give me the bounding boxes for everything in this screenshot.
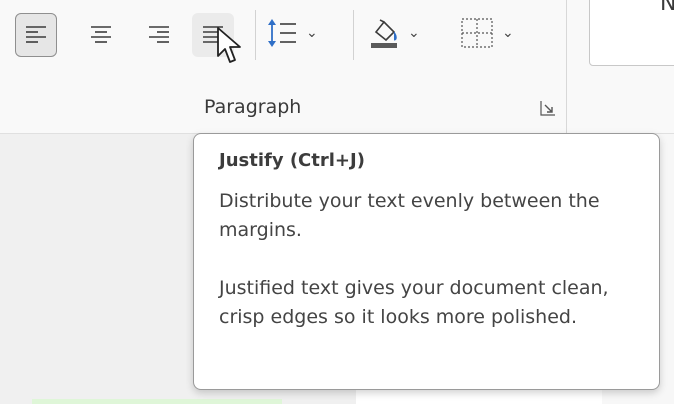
separator xyxy=(255,10,256,60)
chevron-down-icon: ⌄ xyxy=(306,25,318,41)
separator xyxy=(353,10,354,60)
line-spacing-icon xyxy=(266,16,298,50)
mouse-cursor-icon xyxy=(216,26,242,66)
align-right-button[interactable] xyxy=(138,13,180,57)
paragraph-group-label: Paragraph xyxy=(204,96,302,118)
align-right-icon xyxy=(147,25,171,45)
tooltip-detail: Justified text gives your document clean… xyxy=(219,277,609,328)
chevron-down-icon: ⌄ xyxy=(408,25,420,41)
style-preview[interactable]: N xyxy=(589,0,674,66)
shading-dropdown[interactable]: ⌄ xyxy=(368,13,420,53)
style-preview-text: N xyxy=(660,0,674,16)
align-left-button[interactable] xyxy=(15,13,57,57)
tooltip-description: Distribute your text evenly between the … xyxy=(219,190,600,241)
borders-dropdown[interactable]: ⌄ xyxy=(460,13,514,53)
dialog-launcher-icon[interactable] xyxy=(540,100,556,116)
status-strip xyxy=(32,399,282,404)
align-center-icon xyxy=(89,25,113,45)
paint-bucket-icon xyxy=(368,16,400,50)
line-spacing-dropdown[interactable]: ⌄ xyxy=(266,13,318,53)
chevron-down-icon: ⌄ xyxy=(502,25,514,41)
align-left-icon xyxy=(24,25,48,45)
tooltip-title: Justify (Ctrl+J) xyxy=(219,150,365,171)
justify-tooltip: Justify (Ctrl+J) Distribute your text ev… xyxy=(193,133,660,390)
align-center-button[interactable] xyxy=(80,13,122,57)
borders-icon xyxy=(460,17,494,49)
